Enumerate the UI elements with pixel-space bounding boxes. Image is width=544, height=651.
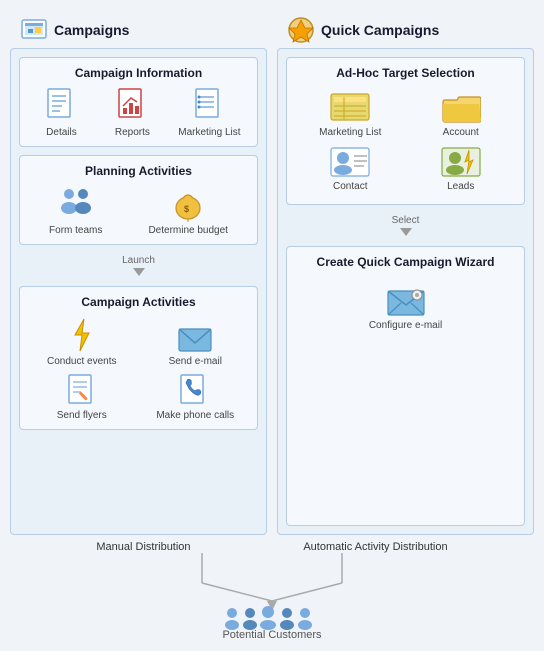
form-teams-label: Form teams — [49, 225, 102, 236]
bottom-section: Manual Distribution Automatic Activity D… — [10, 535, 534, 641]
quick-campaigns-title: Quick Campaigns — [321, 22, 439, 38]
send-email-icon — [178, 325, 212, 353]
wizard-icons: Configure e-mail — [295, 277, 516, 341]
campaign-info-title: Campaign Information — [28, 66, 249, 80]
quick-campaigns-column: Quick Campaigns Ad-Hoc Target Selection — [277, 10, 534, 535]
marketing-list-label: Marketing List — [178, 127, 240, 138]
adhoc-mktlist-label: Marketing List — [319, 127, 381, 138]
send-flyers-icon — [67, 373, 97, 407]
adhoc-contact-label: Contact — [333, 181, 367, 192]
potential-customers-label: Potential Customers — [222, 629, 321, 641]
campaign-info-box: Campaign Information Details — [19, 57, 258, 147]
configure-email-item[interactable]: Configure e-mail — [369, 287, 442, 331]
conduct-events-icon — [67, 317, 97, 353]
campaign-activities-title: Campaign Activities — [28, 295, 249, 309]
campaign-info-icons: Details Reports — [28, 88, 249, 138]
form-teams-item[interactable]: Form teams — [49, 186, 102, 236]
wizard-box: Create Quick Campaign Wizard — [286, 246, 525, 526]
quick-campaigns-header: Quick Campaigns — [277, 10, 534, 48]
adhoc-account-label: Account — [443, 127, 479, 138]
adhoc-title: Ad-Hoc Target Selection — [295, 66, 516, 80]
send-flyers-label: Send flyers — [57, 410, 107, 421]
adhoc-mktlist-item[interactable]: Marketing List — [299, 92, 402, 138]
adhoc-account-icon — [441, 92, 481, 124]
main-container: Campaigns Campaign Information — [0, 0, 544, 651]
adhoc-contact-icon — [330, 146, 370, 178]
planning-icons: Form teams $ Determine budget — [28, 186, 249, 236]
svg-text:$: $ — [184, 204, 189, 214]
wizard-title: Create Quick Campaign Wizard — [295, 255, 516, 269]
marketing-list-item[interactable]: Marketing List — [178, 88, 240, 138]
automatic-distribution-label: Automatic Activity Distribution — [303, 541, 447, 553]
adhoc-leads-icon — [441, 146, 481, 178]
campaigns-box: Campaign Information Details — [10, 48, 267, 535]
campaigns-header-icon — [20, 16, 48, 44]
configure-email-label: Configure e-mail — [369, 320, 442, 331]
make-phone-calls-icon — [179, 373, 211, 407]
send-email-label: Send e-mail — [169, 356, 222, 367]
make-phone-calls-label: Make phone calls — [156, 410, 234, 421]
reports-item[interactable]: Reports — [107, 88, 157, 138]
conduct-events-label: Conduct events — [47, 356, 117, 367]
reports-icon — [117, 88, 147, 124]
form-teams-icon — [56, 186, 96, 222]
send-email-item[interactable]: Send e-mail — [142, 325, 250, 367]
adhoc-icons: Marketing List Account — [295, 88, 516, 196]
select-label: Select — [286, 215, 525, 236]
bottom-diagram — [122, 553, 422, 633]
quick-campaigns-box: Ad-Hoc Target Selection Market — [277, 48, 534, 535]
planning-box: Planning Activities Form teams — [19, 155, 258, 245]
marketing-list-icon — [194, 88, 224, 124]
details-icon — [46, 88, 76, 124]
top-section: Campaigns Campaign Information — [10, 10, 534, 535]
adhoc-leads-item[interactable]: Leads — [410, 146, 513, 192]
details-item[interactable]: Details — [36, 88, 86, 138]
conduct-events-item[interactable]: Conduct events — [28, 317, 136, 367]
distribution-labels: Manual Distribution Automatic Activity D… — [10, 541, 534, 553]
adhoc-mktlist-icon — [330, 92, 370, 124]
campaign-activities-box: Campaign Activities Conduct events — [19, 286, 258, 430]
campaigns-column: Campaigns Campaign Information — [10, 10, 267, 535]
campaign-activities-icons: Conduct events Send e-mail — [28, 317, 249, 421]
details-label: Details — [46, 127, 77, 138]
manual-distribution-label: Manual Distribution — [96, 541, 190, 553]
adhoc-account-item[interactable]: Account — [410, 92, 513, 138]
reports-label: Reports — [115, 127, 150, 138]
planning-title: Planning Activities — [28, 164, 249, 178]
adhoc-contact-item[interactable]: Contact — [299, 146, 402, 192]
determine-budget-item[interactable]: $ Determine budget — [148, 186, 228, 236]
make-phone-calls-item[interactable]: Make phone calls — [142, 373, 250, 421]
quick-campaigns-header-icon — [287, 16, 315, 44]
determine-budget-label: Determine budget — [148, 225, 228, 236]
adhoc-leads-label: Leads — [447, 181, 474, 192]
campaigns-header: Campaigns — [10, 10, 267, 48]
determine-budget-icon: $ — [170, 186, 206, 222]
adhoc-box: Ad-Hoc Target Selection Market — [286, 57, 525, 205]
configure-email-icon — [387, 287, 425, 317]
send-flyers-item[interactable]: Send flyers — [28, 373, 136, 421]
campaigns-title: Campaigns — [54, 22, 129, 38]
launch-label: Launch — [19, 255, 258, 276]
